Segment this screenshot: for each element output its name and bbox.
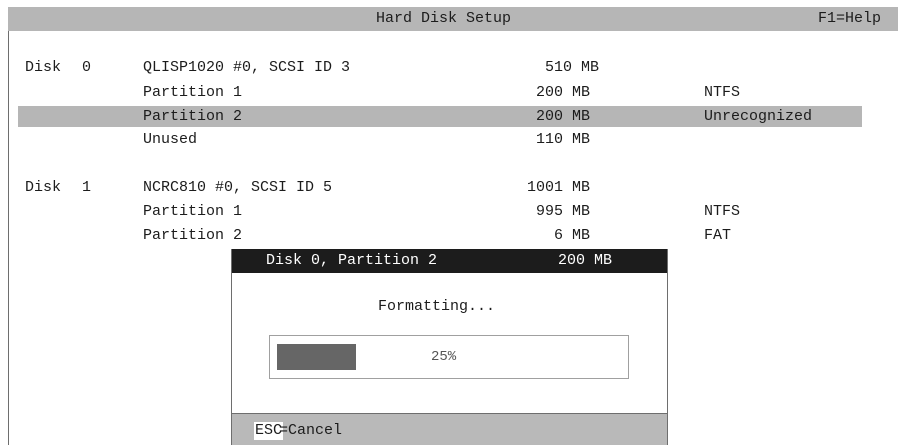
header-title: Hard Disk Setup <box>376 10 512 27</box>
disk-size: 510 MB <box>545 59 600 76</box>
dialog-title-bar: Disk 0, Partition 2 200 MB <box>232 249 667 273</box>
disk-number: 0 <box>82 59 92 76</box>
format-status: Formatting... <box>378 298 496 315</box>
partition-size: 995 MB <box>536 203 591 220</box>
disk-name[interactable]: NCRC810 #0, SCSI ID 5 <box>143 179 332 197</box>
format-dialog: Disk 0, Partition 2 200 MB Formatting...… <box>231 249 668 445</box>
partition-label[interactable]: Partition 2 <box>143 108 242 126</box>
disk-label: Disk <box>25 59 62 76</box>
partition-label[interactable]: Partition 1 <box>143 203 242 221</box>
partition-size: 200 MB <box>536 84 591 101</box>
left-border <box>8 31 9 445</box>
screen: Hard Disk Setup F1=Help Disk 0 QLISP1020… <box>0 0 909 445</box>
partition-label[interactable]: Partition 2 <box>143 227 242 245</box>
progress-percent: 25% <box>431 349 457 365</box>
partition-filesystem: Unrecognized <box>704 108 813 125</box>
disk-size: 1001 MB <box>527 179 591 196</box>
partition-size: 110 MB <box>536 131 591 148</box>
partition-size: 6 MB <box>554 227 591 244</box>
help-hint[interactable]: F1=Help <box>818 10 881 28</box>
partition-size: 200 MB <box>536 108 591 125</box>
dialog-partition-size: 200 MB <box>558 252 613 269</box>
partition-filesystem: FAT <box>704 227 732 244</box>
partition-label[interactable]: Partition 1 <box>143 84 242 102</box>
disk-label: Disk <box>25 179 62 196</box>
progress-bar: 25% <box>269 335 629 379</box>
cancel-action[interactable]: =Cancel <box>279 422 342 440</box>
unused-space-label[interactable]: Unused <box>143 131 197 149</box>
progress-fill <box>277 344 356 370</box>
partition-filesystem: NTFS <box>704 84 741 101</box>
disk-name[interactable]: QLISP1020 #0, SCSI ID 3 <box>143 59 350 77</box>
dialog-footer: ESC =Cancel <box>232 413 667 445</box>
dialog-title: Disk 0, Partition 2 <box>266 252 438 269</box>
partition-filesystem: NTFS <box>704 203 741 220</box>
disk-number: 1 <box>82 179 92 196</box>
